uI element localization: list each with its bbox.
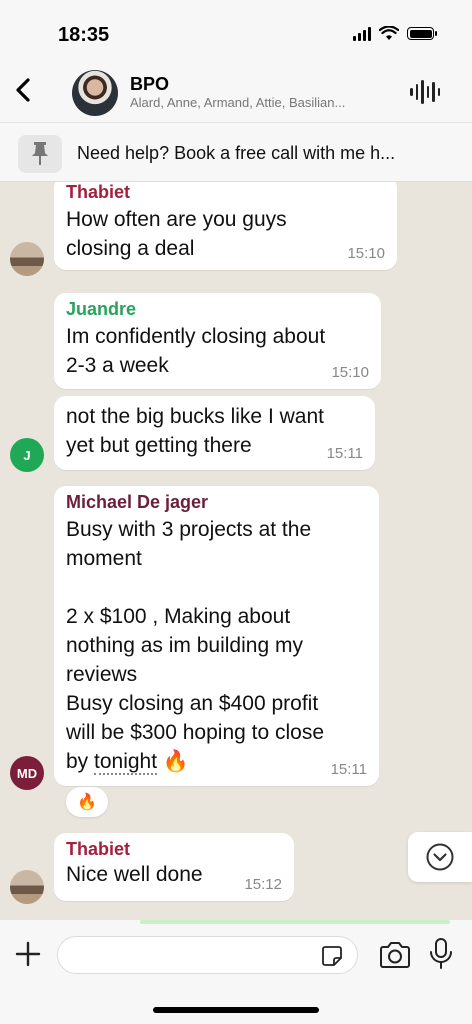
chat-area[interactable]: Thabiet How often are you guys closing a… — [0, 182, 472, 920]
message-input[interactable] — [57, 936, 358, 974]
avatar-initials: MD — [16, 765, 38, 781]
scroll-down-button[interactable] — [408, 832, 472, 882]
avatar[interactable] — [10, 242, 44, 276]
message-time: 15:10 — [331, 364, 369, 381]
avatar[interactable]: MD — [10, 756, 44, 790]
message-text: How often are you guys closing a deal — [66, 208, 287, 260]
status-time: 18:35 — [58, 24, 110, 46]
status-bar: 18:35 — [0, 0, 472, 62]
fire-emoji: 🔥 — [157, 750, 190, 773]
message-time: 15:11 — [326, 445, 363, 462]
plus-icon[interactable] — [14, 940, 42, 968]
battery-icon — [407, 27, 437, 40]
message-text: not the big bucks like I want yet but ge… — [66, 405, 324, 457]
group-members[interactable]: Alard, Anne, Armand, Attie, Basilian... — [130, 95, 345, 110]
reaction-badge[interactable]: 🔥 — [66, 787, 108, 817]
message-bubble[interactable]: not the big bucks like I want yet but ge… — [54, 396, 375, 470]
group-avatar[interactable] — [72, 70, 118, 116]
group-title[interactable]: BPO — [130, 74, 169, 95]
status-icons — [353, 26, 437, 41]
camera-icon[interactable] — [378, 940, 412, 970]
microphone-icon[interactable] — [428, 937, 454, 971]
wifi-icon — [379, 26, 399, 40]
pinned-text: Need help? Book a free call with me h... — [77, 143, 396, 163]
chevron-down-icon — [426, 843, 454, 871]
pinned-message[interactable]: Need help? Book a free call with me h... — [0, 122, 472, 182]
message-time: 15:12 — [244, 876, 282, 893]
message-text: Im confidently closing about 2-3 a week — [66, 325, 326, 377]
message-bubble[interactable]: Thabiet How often are you guys closing a… — [54, 182, 397, 270]
avatar-initials: J — [23, 447, 31, 463]
message-sender: Michael De jager — [66, 492, 209, 512]
message-sender: Thabiet — [66, 182, 131, 202]
recording-indicator — [140, 920, 450, 924]
composer-bar — [0, 920, 472, 1024]
avatar[interactable]: J — [10, 438, 44, 472]
home-indicator — [153, 1007, 319, 1013]
message-bubble[interactable]: Juandre Im confidently closing about 2-3… — [54, 293, 381, 389]
message-time: 15:11 — [330, 761, 367, 778]
voice-chat-icon[interactable] — [410, 78, 440, 106]
message-sender: Juandre — [66, 299, 137, 319]
message-bubble[interactable]: Michael De jager Busy with 3 projects at… — [54, 486, 379, 786]
message-text: Busy with 3 projects at the moment 2 x $… — [66, 515, 367, 776]
signal-icon — [353, 26, 371, 41]
sticker-icon[interactable] — [320, 944, 344, 968]
message-time: 15:10 — [347, 245, 385, 262]
message-sender: Thabiet — [66, 839, 131, 859]
chat-header: BPO Alard, Anne, Armand, Attie, Basilian… — [0, 62, 472, 122]
pin-icon — [18, 135, 62, 173]
message-text-underlined[interactable]: tonight — [94, 750, 158, 775]
message-text-part: Busy with 3 projects at the moment 2 x $… — [66, 518, 325, 773]
back-icon[interactable] — [10, 72, 38, 108]
message-bubble[interactable]: Thabiet Nice well done 15:12 — [54, 833, 294, 901]
avatar[interactable] — [10, 870, 44, 904]
